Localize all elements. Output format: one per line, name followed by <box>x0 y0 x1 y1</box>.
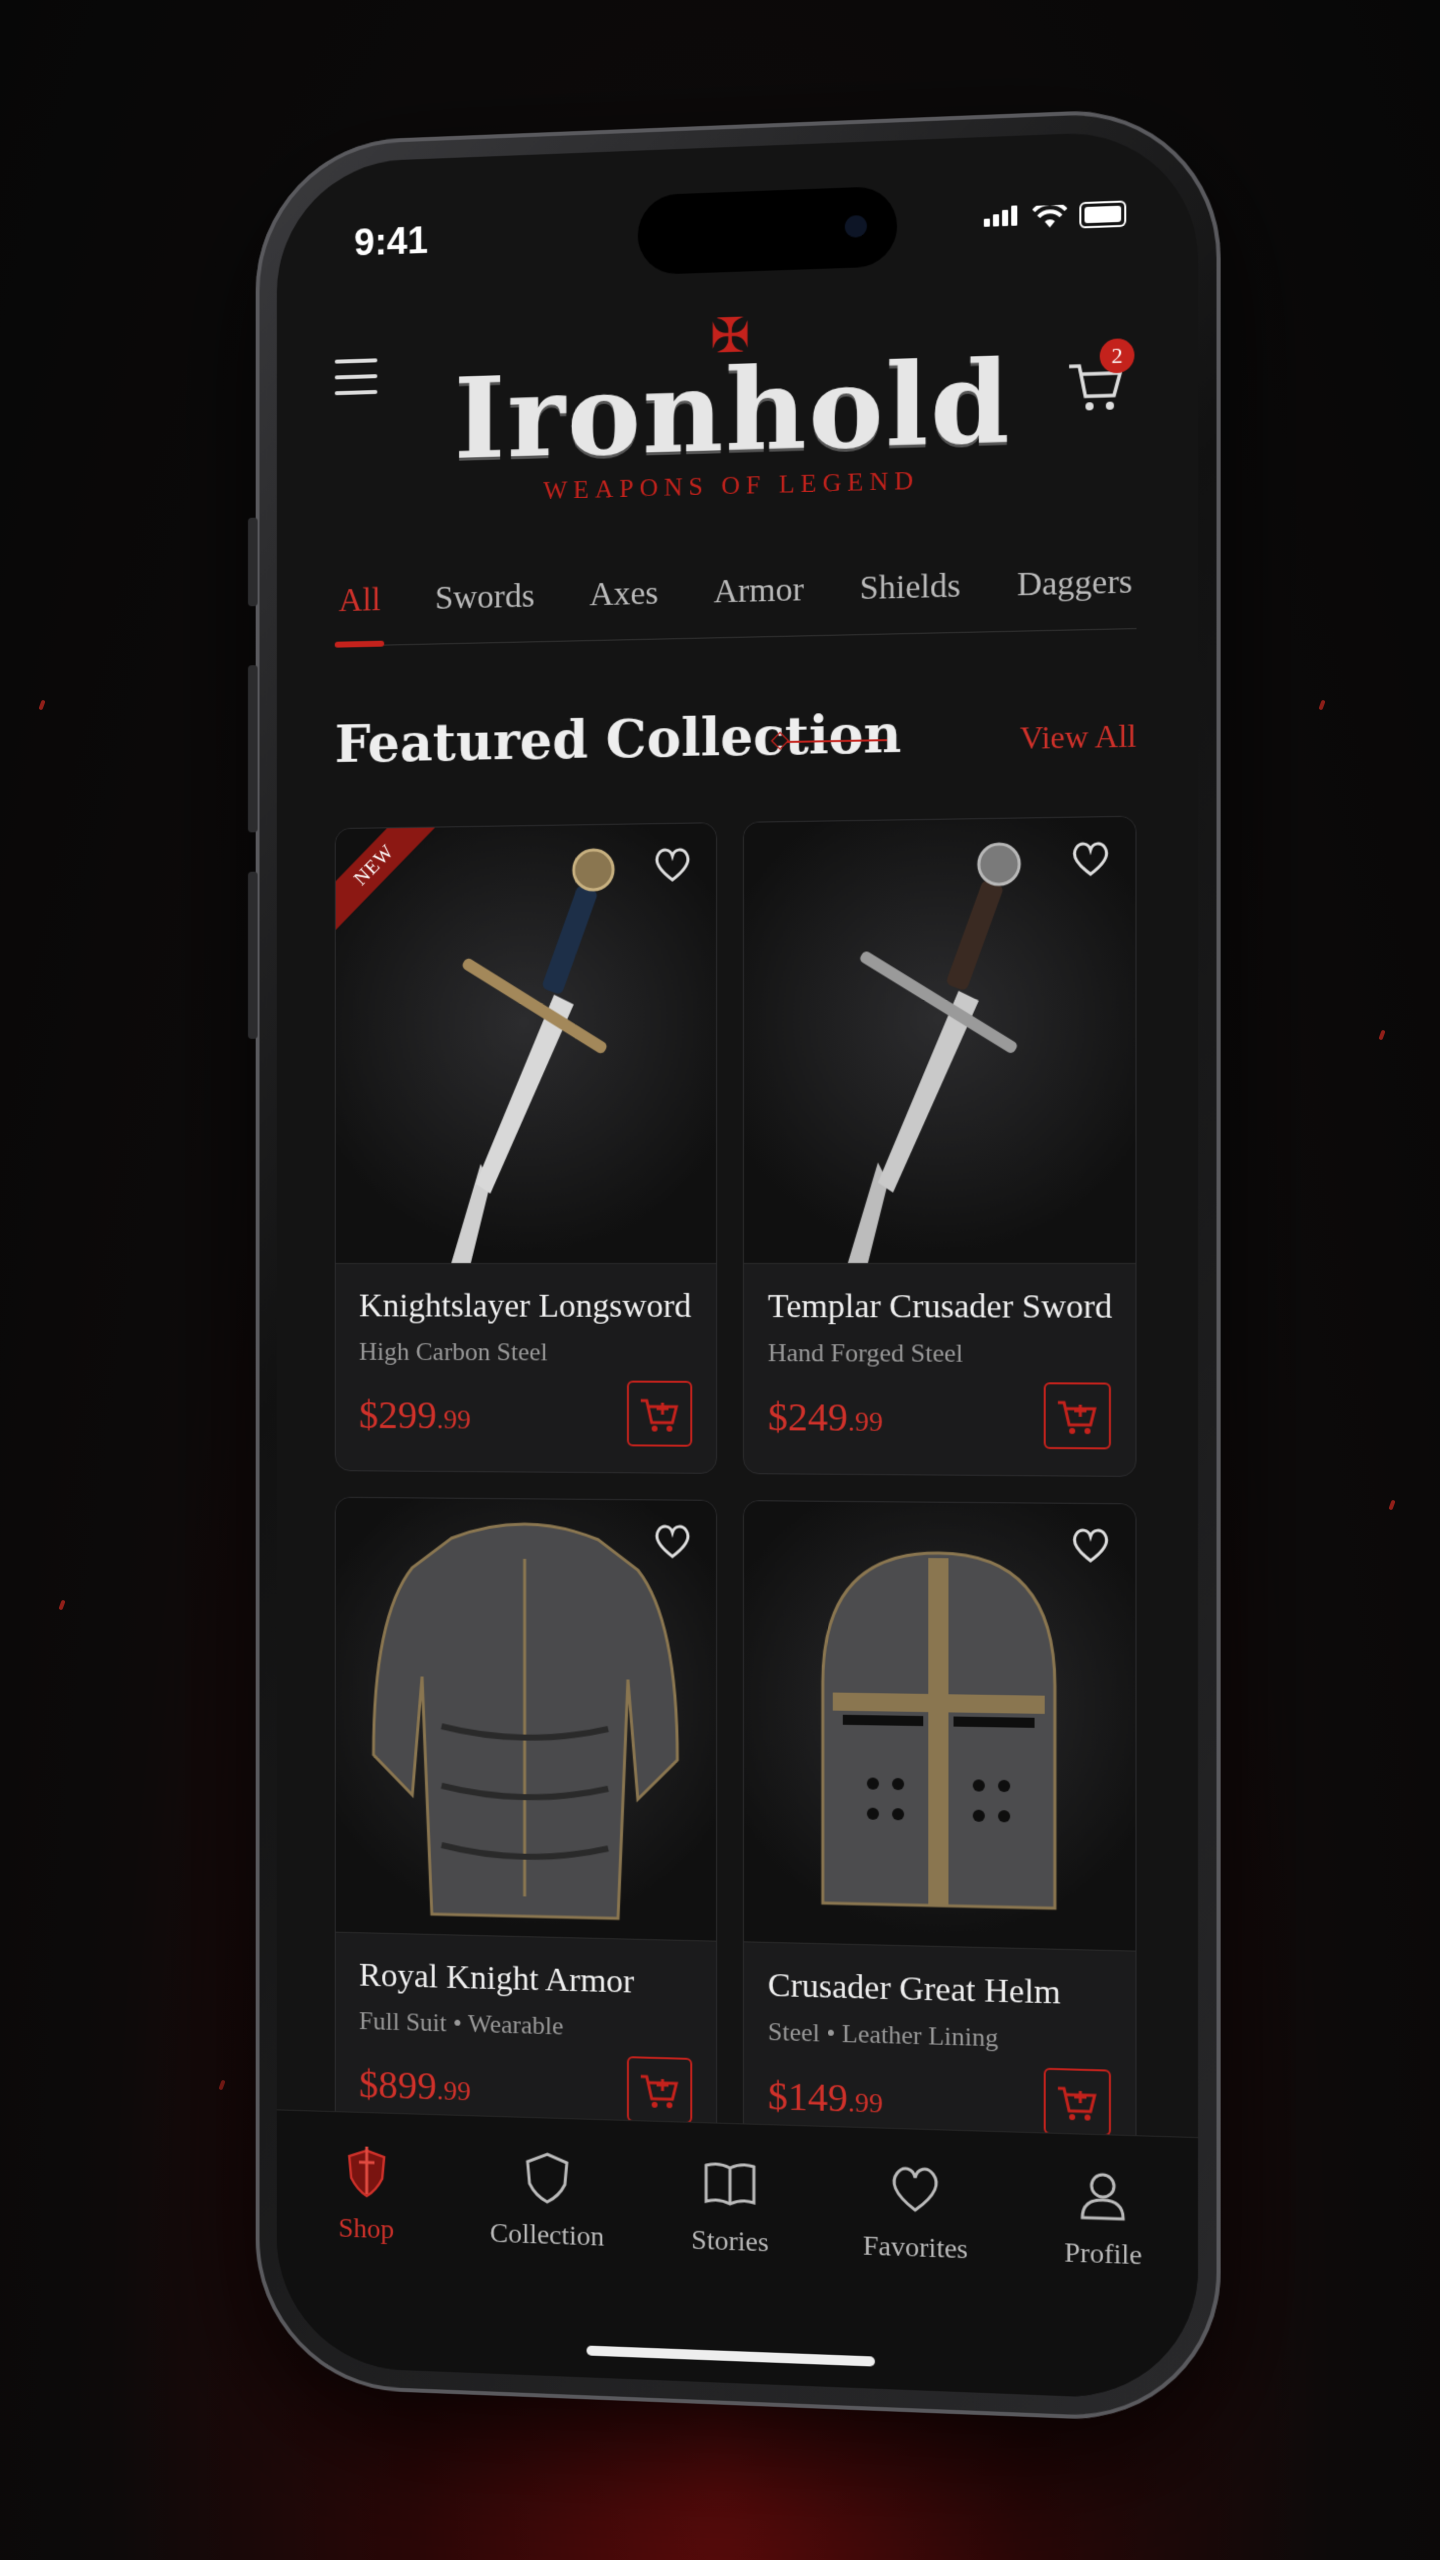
app-header: ✠ Ironhold WEAPONS OF LEGEND 2 <box>277 291 1198 548</box>
add-cart-icon <box>629 2058 690 2109</box>
product-name[interactable]: Royal Knight Armor <box>359 1957 634 2002</box>
user-icon <box>1073 2165 1134 2228</box>
tab-axes[interactable]: Axes <box>585 575 662 615</box>
brand-logo: ✠ Ironhold WEAPONS OF LEGEND <box>277 301 1198 513</box>
add-to-cart-button[interactable] <box>1043 1382 1111 1450</box>
category-tabs: All Swords Axes Armor Shields Daggers <box>334 536 1137 647</box>
product-card[interactable]: Crusader Great Helm Steel • Leather Lini… <box>742 1500 1137 2165</box>
section-title: Featured Collection <box>334 703 902 775</box>
add-cart-icon <box>1046 1384 1109 1435</box>
cart-button[interactable]: 2 <box>1065 338 1135 418</box>
add-to-cart-button[interactable] <box>1043 2067 1111 2137</box>
tab-armor[interactable]: Armor <box>710 571 808 611</box>
book-icon <box>705 2162 755 2206</box>
add-cart-icon <box>1046 2070 1109 2121</box>
tab-shields[interactable]: Shields <box>856 567 965 608</box>
shield-icon <box>518 2147 577 2209</box>
add-to-cart-button[interactable] <box>626 1380 693 1447</box>
product-card[interactable]: NEW Knightslayer Longsword High Carbon S… <box>334 822 718 1474</box>
featured-section-header: Featured Collection View All <box>335 699 1137 794</box>
product-name[interactable]: Templar Crusader Sword <box>768 1288 1112 1327</box>
crusader-sword-image <box>743 816 1136 1264</box>
battery-icon <box>1079 200 1127 229</box>
product-material: Steel • Leather Lining <box>767 2016 999 2053</box>
nav-collection[interactable]: Collection <box>469 2146 626 2379</box>
add-cart-icon <box>629 1383 690 1432</box>
nav-profile[interactable]: Profile <box>1022 2163 1185 2401</box>
heart-icon[interactable] <box>651 1518 695 1562</box>
product-price: $149.99 <box>767 2073 883 2121</box>
plate-armor-image <box>335 1497 717 1942</box>
app-screen: 9:41 ✠ Ironhold WEAPONS OF LEGEND 2 All … <box>276 128 1199 2402</box>
heart-icon[interactable] <box>1068 1522 1113 1567</box>
signal-icon <box>983 205 1020 232</box>
product-name[interactable]: Crusader Great Helm <box>768 1967 1061 2013</box>
dynamic-island <box>637 185 898 276</box>
heart-icon <box>885 2159 945 2221</box>
nav-shop[interactable]: Shop <box>289 2140 444 2372</box>
tab-all[interactable]: All <box>335 581 385 620</box>
product-material: Full Suit • Wearable <box>358 2006 564 2041</box>
phone-frame: 9:41 ✠ Ironhold WEAPONS OF LEGEND 2 All … <box>247 105 1221 2425</box>
status-time: 9:41 <box>354 220 428 265</box>
great-helm-image <box>743 1501 1136 1952</box>
bottom-nav: Shop Collection Stories Favorites Profil… <box>276 2109 1199 2402</box>
status-bar: 9:41 <box>277 129 1198 283</box>
status-icons <box>983 200 1127 232</box>
product-name[interactable]: Knightslayer Longsword <box>359 1288 691 1326</box>
product-card[interactable]: Templar Crusader Sword Hand Forged Steel… <box>742 815 1137 1477</box>
wifi-icon <box>1033 205 1068 228</box>
product-material: Hand Forged Steel <box>767 1338 964 1368</box>
product-price: $249.99 <box>767 1394 883 1440</box>
longsword-image: NEW <box>334 822 717 1265</box>
product-material: High Carbon Steel <box>358 1337 548 1367</box>
sword-shield-icon <box>337 2142 395 2203</box>
add-to-cart-button[interactable] <box>626 2056 693 2124</box>
product-price: $299.99 <box>358 1392 471 1438</box>
view-all-link[interactable]: View All <box>1020 717 1137 757</box>
nav-label: Stories <box>691 2224 769 2259</box>
product-price: $899.99 <box>358 2061 471 2109</box>
product-grid: NEW Knightslayer Longsword High Carbon S… <box>334 815 1137 2165</box>
nav-label: Profile <box>1064 2237 1143 2272</box>
tab-daggers[interactable]: Daggers <box>1013 563 1137 604</box>
heart-icon[interactable] <box>651 842 695 887</box>
nav-label: Favorites <box>862 2230 968 2266</box>
heart-icon[interactable] <box>1068 835 1113 880</box>
product-card[interactable]: Royal Knight Armor Full Suit • Wearable … <box>334 1496 718 2152</box>
nav-label: Shop <box>338 2212 395 2246</box>
tab-swords[interactable]: Swords <box>431 578 539 618</box>
nav-label: Collection <box>489 2217 605 2253</box>
